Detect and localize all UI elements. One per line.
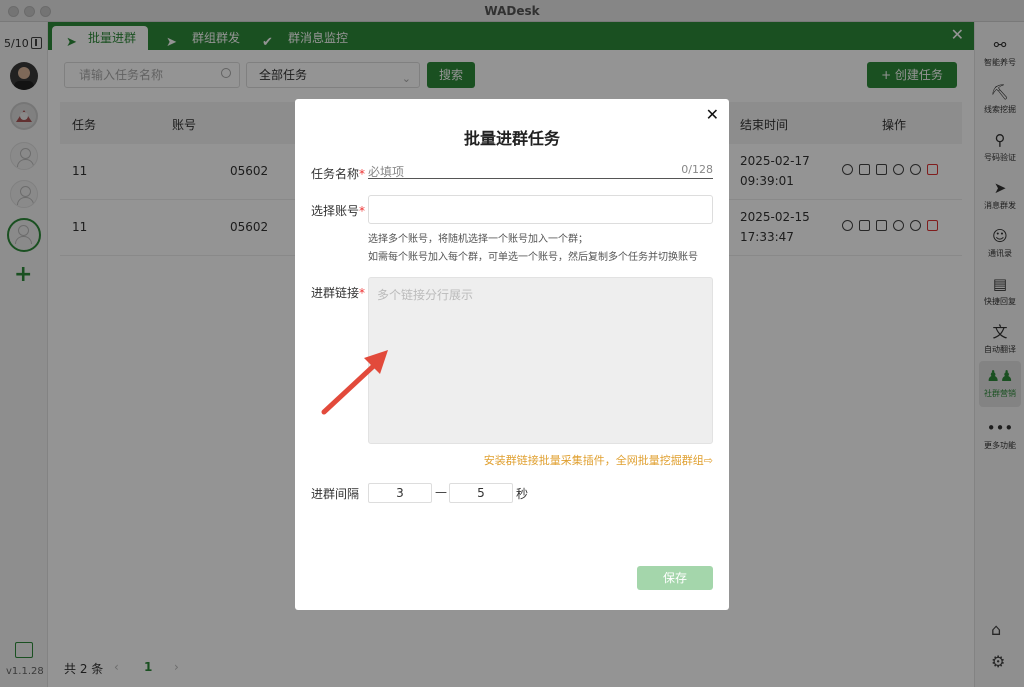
interval-label: 进群间隔 xyxy=(311,487,360,501)
account-select[interactable] xyxy=(368,195,713,224)
annotation-arrow-icon xyxy=(321,350,388,415)
group-links-textarea[interactable]: 多个链接分行展示 xyxy=(368,277,713,444)
interval-min-input[interactable]: 3 xyxy=(368,483,432,503)
dialog-title: 批量进群任务 xyxy=(463,129,560,148)
install-plugin-link[interactable]: 安装群链接批量采集插件，全网批量挖掘群组⇨ xyxy=(484,452,713,468)
close-icon[interactable]: ✕ xyxy=(706,105,719,124)
char-counter: 0/128 xyxy=(681,163,713,176)
account-label: 选择账号* xyxy=(311,204,366,218)
save-button[interactable]: 保存 xyxy=(637,566,713,590)
account-hint-1: 选择多个账号，将随机选择一个账号加入一个群； xyxy=(368,234,588,245)
links-label: 进群链接* xyxy=(311,286,366,300)
task-name-input[interactable]: 必填项 0/128 xyxy=(368,163,713,179)
interval-unit: 秒 xyxy=(516,487,529,501)
task-name-label: 任务名称* xyxy=(311,167,366,181)
interval-separator: — xyxy=(435,485,447,499)
interval-max-input[interactable]: 5 xyxy=(449,483,513,503)
account-hint-2: 如需每个账号加入每个群，可单选一个账号，然后复制多个任务并切换账号 xyxy=(368,252,698,263)
